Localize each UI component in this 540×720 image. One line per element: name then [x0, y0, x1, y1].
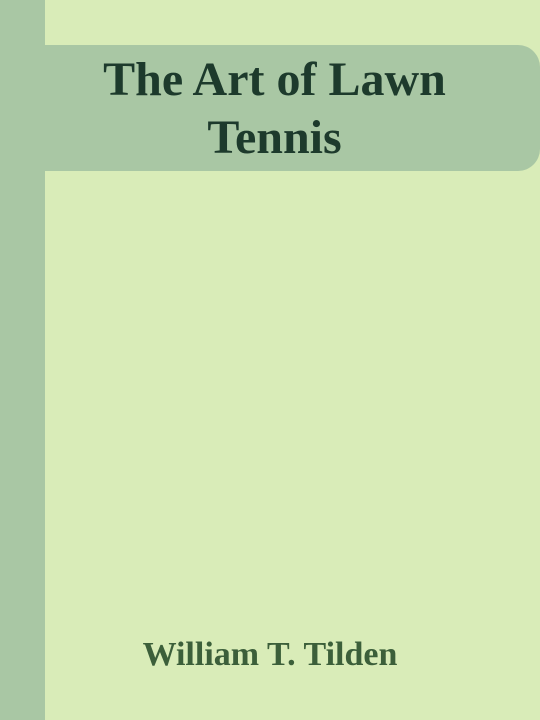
book-title-line-2: Tennis [207, 111, 342, 164]
title-band: The Art of Lawn Tennis [45, 45, 540, 171]
book-title: The Art of Lawn Tennis [45, 51, 502, 167]
book-title-line-1: The Art of Lawn [103, 53, 446, 106]
cover-spine [0, 0, 45, 720]
book-author: William T. Tilden [142, 636, 398, 673]
